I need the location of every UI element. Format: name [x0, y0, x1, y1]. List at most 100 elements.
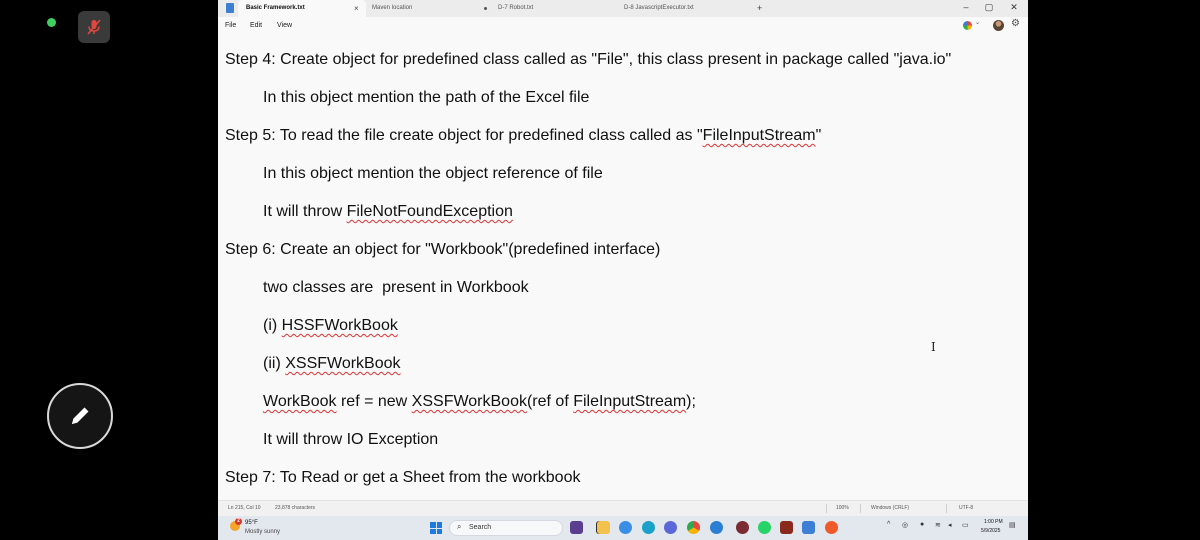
windows-logo-pane	[436, 522, 442, 528]
text-segment: (ref of	[526, 393, 574, 410]
windows-logo-pane	[436, 528, 442, 534]
windows-logo-pane	[430, 528, 436, 534]
misspelled-word: FileInputStream	[573, 393, 687, 410]
chrome-icon[interactable]	[687, 521, 700, 534]
notepad-taskbar-icon[interactable]	[802, 521, 815, 534]
weather-temperature[interactable]: 95°F	[245, 520, 258, 526]
battery-icon[interactable]: ▭	[962, 521, 969, 529]
text-line: WorkBook ref = new XSSFWorkBook(ref of F…	[263, 393, 696, 411]
text-segment: It will throw IO Exception	[263, 431, 439, 448]
zoom-app-icon[interactable]	[619, 521, 632, 534]
text-line: Step 4: Create object for predefined cla…	[225, 51, 951, 69]
status-divider	[946, 504, 947, 513]
copilot-icon[interactable]	[963, 21, 972, 30]
headset-icon[interactable]: ◎	[902, 521, 908, 529]
text-segment: In this object mention the object refere…	[263, 165, 603, 182]
new-tab-button[interactable]: +	[757, 0, 762, 17]
live-indicator	[47, 18, 56, 27]
close-tab-icon[interactable]: ×	[354, 0, 359, 17]
text-line: (i) HSSFWorkBook	[263, 317, 398, 335]
taskbar: 2 95°F Mostly sunny ⌕ Search ^ ◎ ● ≋ ◂ ▭…	[218, 516, 1028, 540]
chevron-up-icon[interactable]: ^	[887, 521, 890, 528]
character-count: 23,878 characters	[275, 505, 316, 511]
text-segment: Step 6: Create an object for "Workbook"(…	[225, 241, 661, 258]
text-line: In this object mention the object refere…	[263, 165, 603, 183]
text-line: It will throw FileNotFoundException	[263, 203, 513, 221]
status-bar: Ln 215, Col 10 23,878 characters 100% Wi…	[218, 500, 1028, 516]
misspelled-word: XSSFWorkBook	[411, 393, 527, 410]
text-line: It will throw IO Exception	[263, 431, 438, 449]
notepad-window: Basic Framework.txt × Maven location D-7…	[218, 0, 1028, 540]
annotate-button[interactable]	[47, 383, 113, 449]
search-icon: ⌕	[457, 522, 462, 531]
gear-icon[interactable]: ⚙	[1011, 18, 1020, 29]
clock-date[interactable]: 5/9/2025	[981, 528, 1000, 534]
text-line: two classes are present in Workbook	[263, 279, 529, 297]
text-segment: Step 4: Create object for predefined cla…	[225, 51, 952, 68]
text-segment: In this object mention the path of the E…	[263, 89, 590, 106]
media-app-icon[interactable]	[736, 521, 749, 534]
tab-d8-javascriptexecutor[interactable]: D-8 JavascriptExecutor.txt	[616, 0, 746, 17]
text-segment: It will throw	[263, 203, 347, 220]
teams-icon[interactable]	[664, 521, 677, 534]
minimize-button[interactable]: –	[959, 0, 973, 15]
tab-d7-robot[interactable]: D-7 Robot.txt	[490, 0, 616, 17]
zoom-level[interactable]: 100%	[836, 501, 849, 516]
tab-label: Basic Framework.txt	[246, 5, 305, 11]
maximize-button[interactable]: ▢	[982, 0, 996, 15]
tab-basic-framework[interactable]: Basic Framework.txt	[238, 0, 366, 17]
file-explorer-icon[interactable]	[597, 521, 610, 534]
text-line: Step 5: To read the file create object f…	[225, 127, 821, 145]
text-segment: (i)	[263, 317, 282, 334]
task-view-icon[interactable]	[570, 521, 583, 534]
avatar[interactable]	[993, 20, 1004, 31]
misspelled-word: XSSFWorkBook	[285, 355, 401, 372]
brave-icon[interactable]	[825, 521, 838, 534]
windows-logo-pane	[430, 522, 436, 528]
search-placeholder: Search	[469, 524, 492, 531]
text-segment: );	[686, 393, 696, 410]
tab-label: D-7 Robot.txt	[498, 5, 534, 11]
volume-icon[interactable]: ◂	[948, 521, 952, 529]
text-segment: two classes are present in Workbook	[263, 279, 529, 296]
weather-condition[interactable]: Mostly sunny	[245, 529, 280, 535]
close-button[interactable]: ✕	[1007, 0, 1021, 15]
microphone-icon[interactable]: ●	[920, 521, 924, 528]
status-divider	[826, 504, 827, 513]
tab-bar: Basic Framework.txt × Maven location D-7…	[218, 0, 1028, 17]
notepad-app-icon	[226, 3, 234, 13]
status-divider	[860, 504, 861, 513]
weather-alert-badge: 2	[235, 518, 242, 525]
menu-edit[interactable]: Edit	[250, 17, 262, 35]
pencil-icon	[72, 407, 89, 424]
text-line: In this object mention the path of the E…	[263, 89, 589, 107]
edge-icon[interactable]	[642, 521, 655, 534]
tab-maven-location[interactable]: Maven location	[364, 0, 484, 17]
line-ending[interactable]: Windows (CRLF)	[871, 501, 909, 516]
mic-off-icon	[87, 19, 101, 35]
misspelled-word: WorkBook	[263, 393, 337, 410]
text-line: Step 6: Create an object for "Workbook"(…	[225, 241, 660, 259]
app-icon[interactable]	[780, 521, 793, 534]
tab-label: Maven location	[372, 5, 413, 11]
text-segment: Step 5: To read the file create object f…	[225, 127, 703, 144]
clock-time[interactable]: 1:00 PM	[984, 519, 1003, 525]
misspelled-word: HSSFWorkBook	[281, 317, 398, 334]
start-button[interactable]	[430, 522, 442, 534]
menu-file[interactable]: File	[225, 17, 236, 35]
taskbar-search[interactable]: ⌕ Search	[449, 520, 563, 536]
whatsapp-icon[interactable]	[758, 521, 771, 534]
chevron-down-icon[interactable]: ⌄	[975, 19, 980, 26]
encoding[interactable]: UTF-8	[959, 501, 973, 516]
text-segment: ref = new	[336, 393, 412, 410]
browser-icon[interactable]	[710, 521, 723, 534]
text-editor[interactable]: I Step 4: Create object for predefined c…	[218, 35, 1028, 500]
unsaved-dot-icon	[484, 7, 487, 10]
misspelled-word: FileNotFoundException	[346, 203, 513, 220]
wifi-icon[interactable]: ≋	[935, 521, 941, 529]
notification-icon[interactable]: ▤	[1009, 521, 1016, 529]
menu-view[interactable]: View	[277, 17, 292, 35]
text-line: (ii) XSSFWorkBook	[263, 355, 401, 373]
mute-button[interactable]	[78, 11, 110, 43]
tab-label: D-8 JavascriptExecutor.txt	[624, 5, 694, 11]
